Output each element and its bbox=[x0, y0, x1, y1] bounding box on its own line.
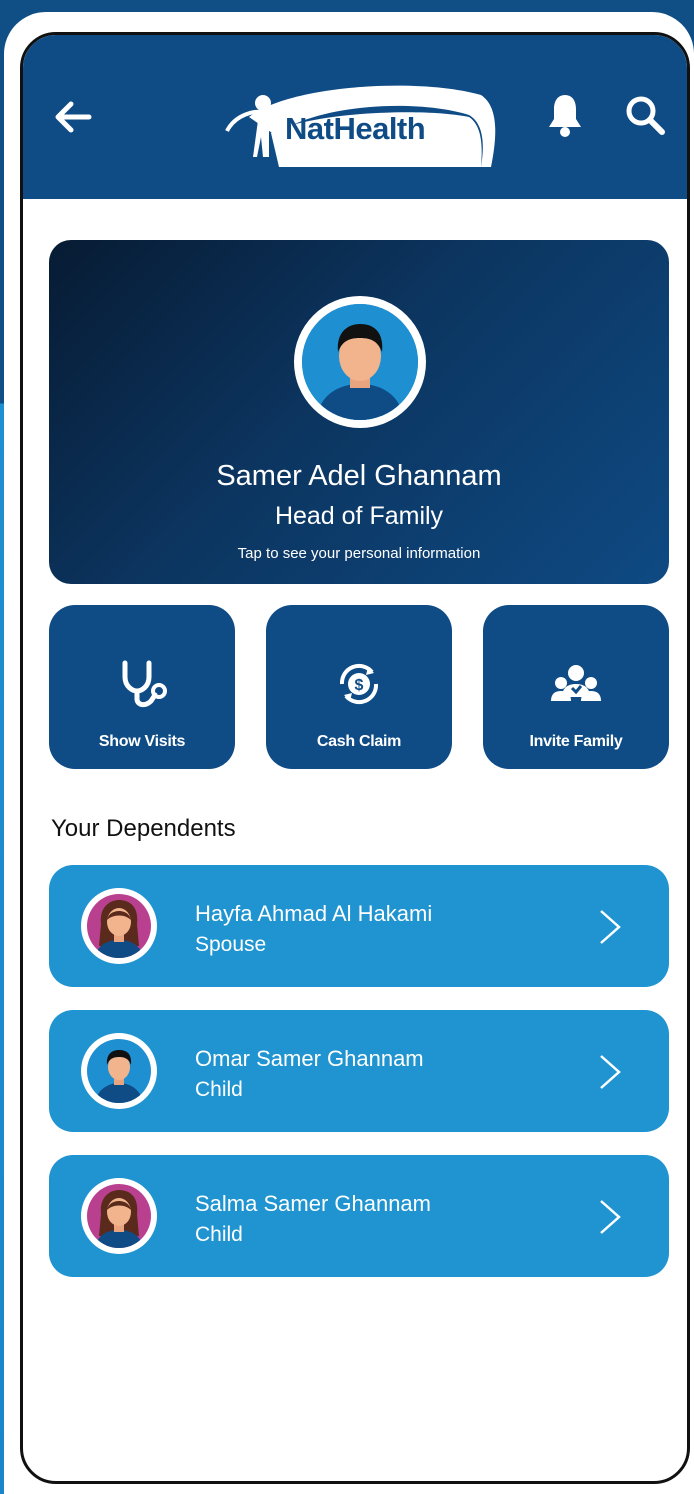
svg-text:$: $ bbox=[355, 677, 364, 694]
back-button[interactable] bbox=[51, 95, 95, 139]
dependent-relation: Child bbox=[195, 1223, 243, 1246]
dependents-heading: Your Dependents bbox=[51, 815, 236, 842]
nathealth-logo: NatHealth bbox=[219, 77, 499, 169]
bell-icon bbox=[549, 95, 581, 137]
search-button[interactable] bbox=[623, 93, 667, 137]
male-avatar-icon bbox=[87, 1039, 151, 1103]
app-screen: NatHealth Samer Adel Ghannam Head of Fam… bbox=[20, 32, 690, 1484]
dependent-card[interactable]: Hayfa Ahmad Al Hakami Spouse bbox=[49, 865, 669, 987]
app-header: NatHealth bbox=[23, 35, 687, 199]
notifications-button[interactable] bbox=[545, 91, 585, 139]
dependent-avatar bbox=[81, 1178, 157, 1254]
search-icon bbox=[626, 96, 665, 135]
dependent-card[interactable]: Salma Samer Ghannam Child bbox=[49, 1155, 669, 1277]
chevron-right-icon bbox=[600, 1055, 621, 1089]
profile-role: Head of Family bbox=[274, 502, 444, 530]
dependent-avatar bbox=[81, 1033, 157, 1109]
show-visits-label: Show Visits bbox=[98, 733, 186, 750]
dependent-card[interactable]: Omar Samer Ghannam Child bbox=[49, 1010, 669, 1132]
dependent-avatar bbox=[81, 888, 157, 964]
logo-text: NatHealth bbox=[285, 111, 426, 146]
dependent-name: Omar Samer Ghannam bbox=[195, 1046, 424, 1071]
female-avatar-icon bbox=[87, 894, 151, 958]
dependent-relation: Child bbox=[195, 1078, 243, 1101]
female-avatar-icon bbox=[87, 1184, 151, 1248]
invite-family-label: Invite Family bbox=[529, 733, 623, 750]
profile-card[interactable]: Samer Adel Ghannam Head of Family Tap to… bbox=[49, 240, 669, 584]
male-avatar-icon bbox=[302, 304, 418, 420]
cash-claim-button[interactable]: $ Cash Claim bbox=[266, 605, 452, 769]
arrow-left-icon bbox=[55, 101, 92, 133]
dependent-relation: Spouse bbox=[195, 933, 267, 956]
family-icon bbox=[549, 657, 603, 711]
profile-hint: Tap to see your personal information bbox=[237, 545, 481, 562]
cash-claim-label: Cash Claim bbox=[316, 733, 402, 750]
chevron-right-icon bbox=[600, 1200, 621, 1234]
invite-family-button[interactable]: Invite Family bbox=[483, 605, 669, 769]
dependent-name: Salma Samer Ghannam bbox=[195, 1191, 431, 1216]
dependent-name: Hayfa Ahmad Al Hakami bbox=[195, 901, 433, 926]
chevron-right-icon bbox=[600, 910, 621, 944]
profile-avatar bbox=[294, 296, 426, 428]
cash-claim-icon: $ bbox=[332, 657, 386, 711]
profile-name: Samer Adel Ghannam bbox=[216, 460, 502, 492]
show-visits-button[interactable]: Show Visits bbox=[49, 605, 235, 769]
stethoscope-icon bbox=[115, 657, 169, 711]
